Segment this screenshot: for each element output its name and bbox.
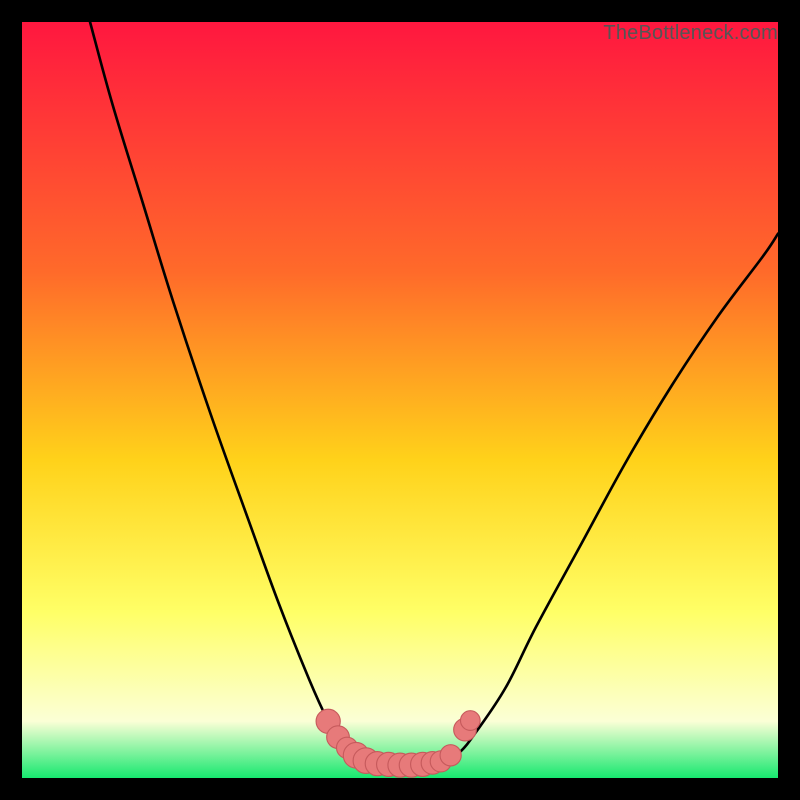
chart-frame: TheBottleneck.com	[0, 0, 800, 800]
watermark-text: TheBottleneck.com	[603, 22, 778, 45]
valley-markers	[316, 709, 480, 777]
valley-marker	[460, 711, 480, 731]
valley-marker	[440, 745, 461, 766]
bottleneck-curve	[90, 22, 778, 765]
plot-area	[22, 22, 778, 778]
chart-curves	[22, 22, 778, 778]
